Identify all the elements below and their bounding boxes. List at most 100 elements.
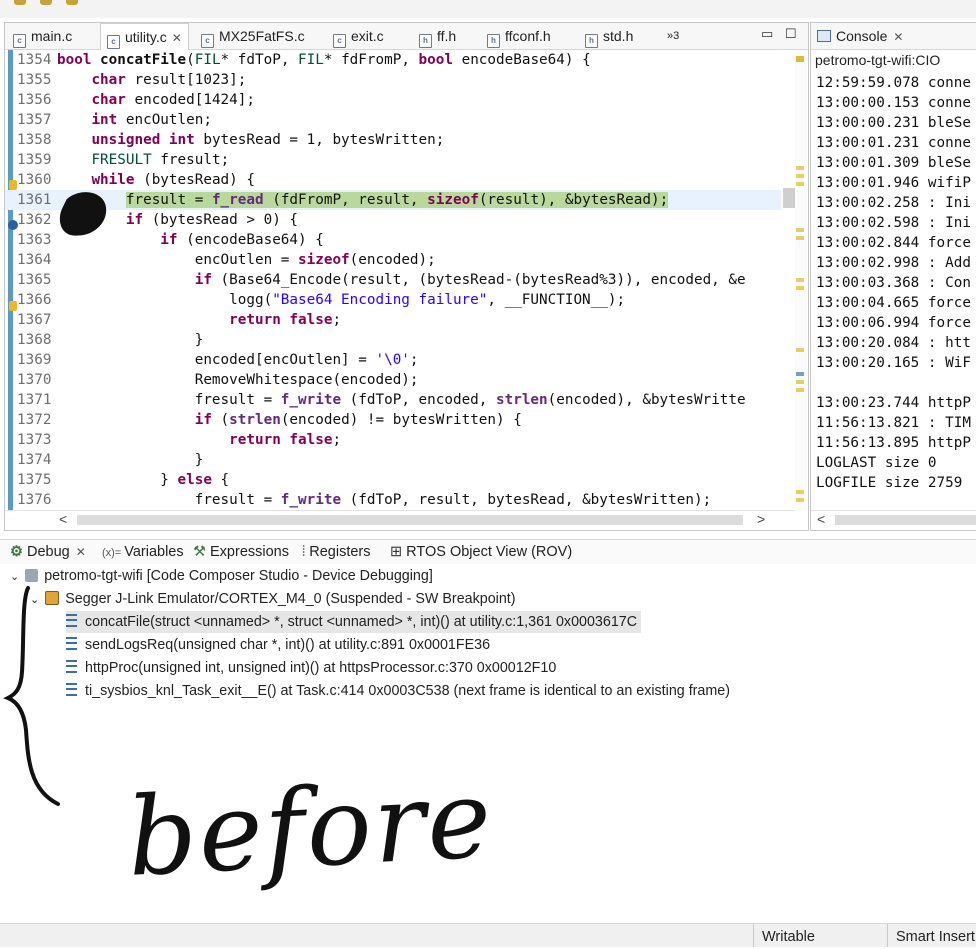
tab-ff-h[interactable]: h ff.h: [419, 23, 456, 49]
code-line[interactable]: 1363 if (encodeBase64) {: [5, 230, 795, 250]
code-text: if (bytesRead > 0) {: [125, 212, 299, 228]
code-line[interactable]: 1376 fresult = f_write (fdToP, result, b…: [5, 490, 795, 510]
toolbar-icon[interactable]: [40, 0, 52, 5]
code-text: RemoveWhitespace(encoded);: [57, 372, 419, 388]
code-line[interactable]: 1361 fresult = f_read (fdFromP, result, …: [5, 190, 795, 210]
code-line[interactable]: 1373 return false;: [5, 430, 795, 450]
tab-registers[interactable]: ⦙ Registers: [302, 540, 371, 564]
code-line[interactable]: 1362 if (bytesRead > 0) {: [5, 210, 795, 230]
registers-icon: ⦙: [302, 544, 306, 560]
code-line[interactable]: 1357 int encOutlen;: [5, 110, 795, 130]
close-icon[interactable]: ✕: [172, 31, 182, 45]
code-line[interactable]: 1356 char encoded[1424];: [5, 90, 795, 110]
chevron-down-icon[interactable]: ⌄: [30, 594, 39, 606]
console-line: 13:00:01.946 wifiP: [816, 175, 971, 191]
overview-mark[interactable]: [796, 490, 804, 494]
overview-mark[interactable]: [796, 278, 804, 282]
code-line[interactable]: 1370 RemoveWhitespace(encoded);: [5, 370, 795, 390]
overview-mark[interactable]: [796, 166, 804, 170]
minimize-icon[interactable]: ▭: [761, 26, 773, 42]
tab-utility-c[interactable]: c utility.c ✕: [100, 23, 189, 50]
editor-vertical-scrollbar[interactable]: [781, 50, 795, 510]
breakpoint-icon[interactable]: [8, 220, 18, 230]
tab-mx25fatfs-c[interactable]: c MX25FatFS.c: [201, 23, 305, 49]
debug-session[interactable]: ⌄ petromo-tgt-wifi [Code Composer Studio …: [10, 565, 433, 587]
scroll-left-icon[interactable]: <: [817, 511, 825, 527]
code-line[interactable]: 1369 encoded[encOutlen] = '\0';: [5, 350, 795, 370]
scroll-thumb[interactable]: [783, 188, 795, 208]
console-line: 13:00:02.998 : Add: [816, 255, 971, 271]
overview-mark[interactable]: [796, 236, 804, 240]
code-line[interactable]: 1366 logg("Base64 Encoding failure", __F…: [5, 290, 795, 310]
console-line: 13:00:01.231 conne: [816, 135, 971, 151]
overview-mark[interactable]: [796, 348, 804, 352]
code-line[interactable]: 1371 fresult = f_write (fdToP, encoded, …: [5, 390, 795, 410]
code-line[interactable]: 1375 } else {: [5, 470, 795, 490]
code-line[interactable]: 1374 }: [5, 450, 795, 470]
overview-mark[interactable]: [796, 56, 804, 62]
overview-mark[interactable]: [796, 228, 804, 232]
console-line: 13:00:04.665 force: [816, 295, 971, 311]
tab-std-h[interactable]: h std.h: [585, 23, 633, 49]
maximize-icon[interactable]: ☐: [785, 26, 797, 42]
overview-mark[interactable]: [796, 174, 804, 178]
code-line[interactable]: 1355 char result[1023];: [5, 70, 795, 90]
code-line[interactable]: 1368 }: [5, 330, 795, 350]
code-text: if (encodeBase64) {: [160, 232, 324, 248]
console-line: 13:00:20.165 : WiF: [816, 355, 971, 371]
overview-mark[interactable]: [796, 372, 804, 376]
close-icon[interactable]: ✕: [893, 30, 903, 44]
tab-console[interactable]: Console ✕: [817, 23, 903, 50]
code-area[interactable]: 1354 bool concatFile(FIL* fdToP, FIL* fdF…: [5, 50, 795, 510]
overview-mark[interactable]: [796, 380, 804, 384]
scroll-left-icon[interactable]: <: [59, 511, 67, 527]
code-line[interactable]: 1367 return false;: [5, 310, 795, 330]
code-line[interactable]: 1365 if (Base64_Encode(result, (bytesRea…: [5, 270, 795, 290]
console-line: 13:00:00.231 bleSe: [816, 115, 971, 131]
code-line[interactable]: 1364 encOutlen = sizeof(encoded);: [5, 250, 795, 270]
tab-ffconf-h[interactable]: h ffconf.h: [487, 23, 551, 49]
tab-debug[interactable]: ⚙ Debug ✕: [10, 540, 86, 564]
console-horizontal-scrollbar[interactable]: <: [811, 510, 976, 529]
editor-horizontal-scrollbar[interactable]: < >: [5, 510, 795, 529]
scroll-thumb[interactable]: [77, 515, 743, 525]
tab-overflow-button[interactable]: »3: [667, 23, 679, 49]
debug-target[interactable]: ⌄ Segger J-Link Emulator/CORTEX_M4_0 (Sus…: [30, 588, 516, 610]
code-line[interactable]: 1358 unsigned int bytesRead = 1, bytesWr…: [5, 130, 795, 150]
code-line[interactable]: 1360 while (bytesRead) {: [5, 170, 795, 190]
chevron-down-icon[interactable]: ⌄: [10, 571, 19, 583]
code-line[interactable]: 1359 FRESULT fresult;: [5, 150, 795, 170]
stack-frame[interactable]: ti_sysbios_knl_Task_exit__E() at Task.c:…: [66, 680, 730, 702]
code-text: logg("Base64 Encoding failure", __FUNCTI…: [57, 292, 626, 308]
code-text: encOutlen = sizeof(encoded);: [57, 252, 436, 268]
table-icon: ⊞: [390, 544, 403, 560]
stack-frame[interactable]: sendLogsReq(unsigned char *, int)() at u…: [66, 634, 490, 656]
tab-expressions[interactable]: ⚒ Expressions: [193, 540, 289, 564]
code-line[interactable]: 1372 if (strlen(encoded) != bytesWritten…: [5, 410, 795, 430]
status-writable: Writable: [753, 924, 888, 947]
warning-icon: [9, 301, 17, 311]
stack-frame[interactable]: concatFile(struct <unnamed> *, struct <u…: [66, 611, 642, 633]
scroll-right-icon[interactable]: >: [757, 511, 765, 527]
toolbar-icon[interactable]: [66, 0, 78, 5]
console-icon: [817, 30, 831, 42]
tab-variables[interactable]: (x)= Variables: [102, 540, 184, 564]
tab-main-c[interactable]: c main.c: [13, 23, 72, 49]
overview-mark[interactable]: [796, 182, 804, 186]
stack-frame-icon: [66, 683, 77, 696]
overview-mark[interactable]: [796, 498, 804, 502]
overview-mark[interactable]: [796, 286, 804, 290]
console-line: 13:00:00.153 conne: [816, 95, 971, 111]
overview-mark[interactable]: [796, 388, 804, 392]
console-line: 11:56:13.895 httpP: [816, 435, 971, 451]
tab-exit-c[interactable]: c exit.c: [333, 23, 384, 49]
close-icon[interactable]: ✕: [76, 545, 86, 559]
console-tab-bar: Console ✕: [811, 23, 976, 50]
scroll-thumb[interactable]: [835, 515, 976, 525]
console-line: 13:00:02.598 : Ini: [816, 215, 971, 231]
line-number: 1372: [17, 412, 52, 428]
code-line[interactable]: 1354 bool concatFile(FIL* fdToP, FIL* fdF…: [5, 50, 795, 70]
tab-rtos-object-view[interactable]: ⊞ RTOS Object View (ROV): [390, 540, 572, 564]
toolbar-icon[interactable]: [14, 0, 26, 5]
stack-frame[interactable]: httpProc(unsigned int, unsigned int)() a…: [66, 657, 556, 679]
